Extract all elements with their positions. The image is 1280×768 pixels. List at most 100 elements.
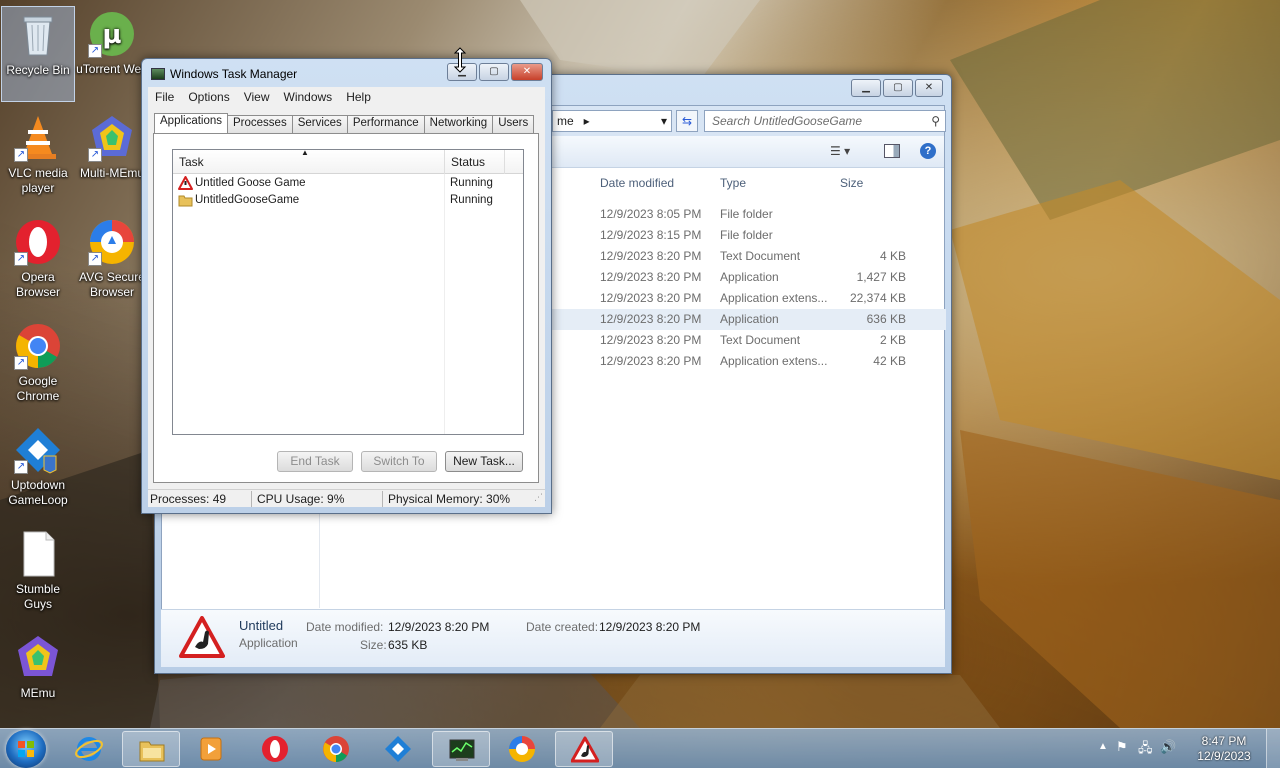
maximize-button[interactable]: ▢ — [883, 79, 913, 97]
file-date-modified: 12/9/2023 8:20 PM — [600, 333, 702, 347]
close-button[interactable]: ✕ — [915, 79, 943, 97]
details-kind: Application — [239, 636, 298, 650]
task-manager-body: Applications Processes Services Performa… — [148, 107, 545, 489]
new-task-button[interactable]: New Task... — [445, 451, 523, 472]
details-size-label: Size: — [360, 638, 387, 652]
column-header-type[interactable]: Type — [720, 172, 746, 194]
taskbar-media-player[interactable] — [182, 731, 240, 767]
menu-file[interactable]: File — [148, 87, 181, 107]
taskbar-opera[interactable] — [246, 731, 304, 767]
file-type: Application — [720, 270, 779, 284]
task-list[interactable]: Task ▲ Status Untitled Goose Game Runnin… — [172, 148, 524, 435]
task-row[interactable]: Untitled Goose Game Running — [173, 175, 523, 192]
tab-performance[interactable]: Performance — [346, 115, 425, 133]
system-tray: ▲ ⚑ 🖧 🔊 8:47 PM 12/9/2023 — [1090, 729, 1280, 768]
shortcut-arrow-icon: ↗ — [14, 148, 28, 162]
desktop-icon-avg-browser[interactable]: ↗ AVG Secure Browser — [75, 214, 149, 310]
preview-pane-icon[interactable] — [884, 144, 900, 158]
show-hidden-icons-icon[interactable]: ▲ — [1098, 741, 1108, 752]
close-button[interactable]: ✕ — [511, 63, 543, 81]
mouse-cursor — [453, 47, 467, 76]
taskbar: ▲ ⚑ 🖧 🔊 8:47 PM 12/9/2023 — [0, 728, 1280, 768]
file-type: Application extens... — [720, 354, 828, 368]
end-task-button[interactable]: End Task — [277, 451, 353, 472]
desktop-icon-uptodown-gameloop[interactable]: ↗ Uptodown GameLoop — [1, 422, 75, 518]
file-size: 2 KB — [879, 333, 906, 347]
menu-windows[interactable]: Windows — [277, 87, 340, 107]
tab-applications[interactable]: Applications — [154, 113, 229, 133]
tab-services[interactable]: Services — [291, 115, 348, 133]
utorrent-icon: µ ↗ — [88, 10, 136, 58]
clock[interactable]: 8:47 PM 12/9/2023 — [1192, 734, 1256, 764]
desktop-icon-stumble-guys[interactable]: Stumble Guys — [1, 526, 75, 622]
start-button[interactable] — [6, 730, 46, 768]
file-type: Text Document — [720, 249, 801, 263]
file-type: File folder — [720, 207, 773, 221]
show-desktop-button[interactable] — [1266, 729, 1280, 768]
desktop-icon-recycle-bin[interactable]: Recycle Bin — [1, 6, 75, 102]
desktop-icon-multi-memu[interactable]: ↗ Multi-MEmu — [75, 110, 149, 206]
network-icon[interactable]: 🖧 — [1138, 739, 1153, 761]
menu-options[interactable]: Options — [181, 87, 236, 107]
task-row[interactable]: UntitledGooseGame Running — [173, 192, 523, 209]
column-header-date[interactable]: Date modified — [600, 172, 674, 194]
tab-users[interactable]: Users — [492, 115, 535, 133]
taskbar-windows-explorer[interactable] — [122, 731, 180, 767]
file-size: 42 KB — [873, 354, 906, 368]
shortcut-arrow-icon: ↗ — [14, 356, 28, 370]
internet-explorer-icon — [75, 737, 103, 761]
vlc-cone-icon: ↗ — [14, 114, 62, 162]
resize-grip-icon[interactable]: ⋰ — [534, 492, 543, 503]
menu-view[interactable]: View — [237, 87, 277, 107]
desktop-icon-vlc[interactable]: ↗ VLC media player — [1, 110, 75, 206]
status-processes: Processes: 49 — [150, 492, 227, 506]
tab-strip: Applications Processes Services Performa… — [154, 113, 535, 133]
clock-time: 8:47 PM — [1201, 734, 1247, 748]
details-size-value: 635 KB — [388, 638, 428, 652]
task-manager-window[interactable]: Windows Task Manager ▁ ▢ ✕ File Options … — [141, 58, 552, 514]
tab-processes[interactable]: Processes — [227, 115, 293, 133]
taskbar-task-manager[interactable] — [432, 731, 490, 767]
search-input[interactable]: Search UntitledGooseGame ⚲ — [704, 110, 946, 132]
taskbar-avg-browser[interactable] — [493, 731, 551, 767]
address-bar[interactable]: me ▸ ▾ — [552, 110, 672, 132]
desktop-icon-utorrent-web[interactable]: µ ↗ uTorrent Web — [75, 6, 149, 102]
desktop-icon-label: Google Chrome — [16, 374, 60, 403]
volume-icon[interactable]: 🔊 — [1160, 739, 1176, 755]
task-status: Running — [450, 177, 493, 189]
taskbar-untitled-goose-game[interactable] — [555, 731, 613, 767]
menu-help[interactable]: Help — [339, 87, 378, 107]
desktop-icon-memu[interactable]: MEmu — [1, 630, 75, 726]
column-header-size[interactable]: Size — [840, 172, 863, 194]
desktop-icon-chrome[interactable]: ↗ Google Chrome — [1, 318, 75, 414]
details-modified-value: 12/9/2023 8:20 PM — [388, 620, 490, 634]
gameloop-icon: ↗ — [14, 426, 62, 474]
view-options-icon[interactable]: ☰ ▾ — [830, 144, 850, 158]
clock-date: 12/9/2023 — [1197, 749, 1251, 763]
help-icon[interactable]: ? — [920, 143, 936, 159]
tab-networking[interactable]: Networking — [423, 115, 494, 133]
minimize-button[interactable]: ▁ — [851, 79, 881, 97]
file-type: Application extens... — [720, 291, 828, 305]
refresh-button[interactable]: ⇆ — [676, 110, 698, 132]
taskbar-internet-explorer[interactable] — [60, 731, 118, 767]
media-player-icon — [200, 737, 222, 761]
desktop-icon-label: uTorrent Web — [76, 62, 148, 76]
status-cpu-usage: CPU Usage: 9% — [257, 492, 345, 506]
status-column-divider — [444, 174, 445, 434]
taskbar-gameloop[interactable] — [369, 731, 427, 767]
desktop-icon-label: Opera Browser — [15, 270, 60, 299]
file-size: 1,427 KB — [856, 270, 906, 284]
desktop-icon-label: Stumble Guys — [15, 582, 61, 611]
task-manager-titlebar[interactable]: Windows Task Manager ▁ ▢ ✕ — [142, 59, 551, 89]
shortcut-arrow-icon: ↗ — [88, 44, 102, 58]
column-header-status[interactable]: Status — [445, 150, 505, 174]
action-center-flag-icon[interactable]: ⚑ — [1116, 739, 1128, 755]
maximize-button[interactable]: ▢ — [479, 63, 509, 81]
desktop-icon-opera[interactable]: ↗ Opera Browser — [1, 214, 75, 310]
switch-to-button[interactable]: Switch To — [361, 451, 437, 472]
address-dropdown-icon[interactable]: ▾ — [661, 111, 667, 131]
memu-icon — [14, 634, 62, 682]
shortcut-arrow-icon: ↗ — [88, 252, 102, 266]
taskbar-chrome[interactable] — [307, 731, 365, 767]
